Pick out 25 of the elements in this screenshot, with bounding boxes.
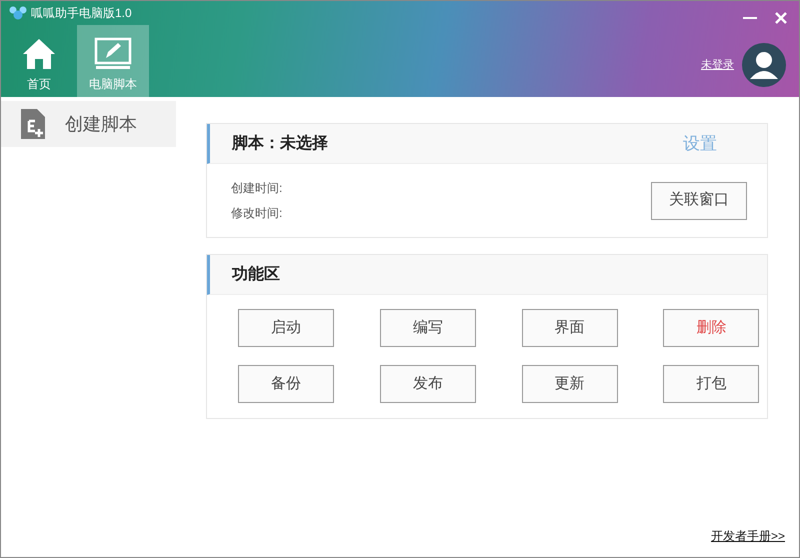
- action-button[interactable]: 界面: [522, 309, 618, 347]
- action-button[interactable]: 编写: [380, 309, 476, 347]
- action-button[interactable]: 打包: [663, 365, 760, 403]
- action-button[interactable]: 启动: [238, 309, 334, 347]
- sidebar-item[interactable]: 创建脚本: [1, 101, 176, 147]
- link-window-button[interactable]: 关联窗口: [651, 182, 747, 220]
- window-title: 呱呱助手电脑版1.0: [31, 5, 132, 22]
- card-title: 脚本：未选择: [232, 134, 328, 154]
- nav-tab[interactable]: 首页: [3, 25, 75, 97]
- avatar-icon[interactable]: [742, 43, 786, 87]
- login-status-link[interactable]: 未登录: [701, 56, 734, 74]
- close-icon[interactable]: [775, 12, 787, 24]
- action-button[interactable]: 删除: [663, 309, 760, 347]
- app-logo-icon: [9, 6, 27, 20]
- action-button[interactable]: 备份: [238, 365, 334, 403]
- monitor-pencil-icon: [94, 37, 132, 71]
- new-file-icon: [21, 109, 47, 139]
- field-label: 修改时间:: [231, 205, 282, 222]
- developer-manual-link[interactable]: 开发者手册>>: [710, 527, 785, 545]
- action-button[interactable]: 发布: [380, 365, 476, 403]
- card-title: 功能区: [232, 264, 280, 284]
- field-label: 创建时间:: [231, 180, 282, 197]
- minimize-icon[interactable]: [743, 16, 757, 20]
- action-button[interactable]: 更新: [522, 365, 618, 403]
- home-icon: [21, 37, 57, 71]
